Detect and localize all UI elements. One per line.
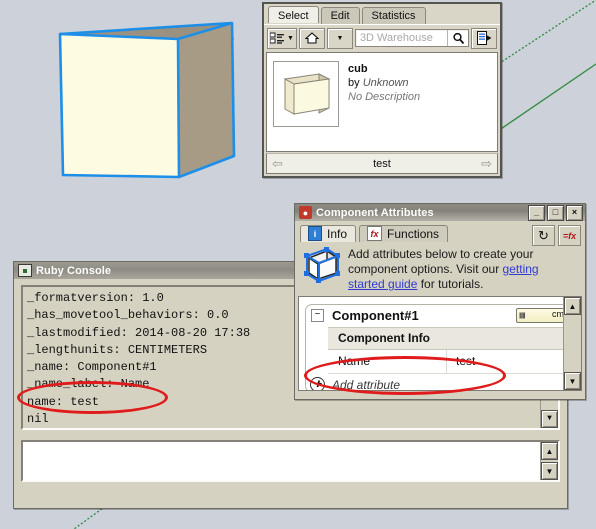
sketchup-logo-icon: ● [299, 206, 312, 219]
component-name: cub [348, 63, 368, 75]
console-line: nil [27, 412, 49, 427]
tab-functions[interactable]: fx Functions [359, 225, 449, 242]
component-attributes-title: Component Attributes [316, 206, 434, 219]
ruler-icon: |||||||||| [519, 313, 526, 319]
fx-icon: fx [367, 226, 383, 241]
cube-right-face [178, 23, 234, 177]
view-options-button[interactable]: ▼ [267, 27, 297, 49]
tab-edit[interactable]: Edit [320, 7, 360, 24]
component-attributes-tabs: i Info fx Functions ↻ =fx [295, 221, 585, 246]
search-input[interactable]: 3D Warehouse [360, 32, 433, 44]
component-cube-icon [303, 247, 341, 292]
magnifier-icon[interactable] [447, 30, 468, 46]
author-name: Unknown [362, 77, 409, 89]
scroll-up-icon[interactable]: ▲ [541, 442, 558, 460]
attribute-row-name[interactable]: Name test [328, 350, 574, 374]
home-icon [304, 32, 319, 44]
console-icon [18, 264, 32, 277]
help-text-after: for tutorials. [417, 277, 484, 291]
home-dropdown-button[interactable]: ▼ [326, 27, 353, 49]
minimize-button[interactable]: _ [528, 204, 545, 221]
tab-functions-label: Functions [387, 226, 440, 241]
scroll-down-icon[interactable]: ▼ [564, 372, 581, 390]
attribute-value[interactable]: test [447, 350, 574, 373]
add-attribute-row[interactable]: ✚ Add attribute [306, 374, 574, 391]
maximize-button[interactable]: □ [547, 204, 564, 221]
collapse-toggle[interactable]: − [311, 309, 324, 322]
attribute-card-title: Component#1 [332, 308, 419, 323]
details-flyout-button[interactable] [471, 27, 497, 49]
attribute-key: Name [328, 350, 447, 373]
add-attribute-label: Add attribute [332, 377, 401, 391]
component-description: No Description [348, 91, 421, 103]
component-attributes-titlebar[interactable]: ● Component Attributes _ □ × [295, 204, 585, 221]
home-button[interactable] [298, 27, 325, 49]
scroll-up-icon[interactable]: ▲ [564, 297, 581, 315]
ruby-console-input-scrollbar[interactable]: ▲ ▼ [540, 442, 558, 480]
component-attributes-help: Add attributes below to create your comp… [295, 242, 585, 296]
add-circle-icon[interactable]: ✚ [310, 377, 325, 390]
tab-info[interactable]: i Info [300, 225, 357, 242]
attributes-list-scrollbar[interactable]: ▲ ▼ [563, 297, 581, 390]
component-browser-results[interactable]: cub by Unknown No Description [266, 52, 498, 152]
close-icon[interactable]: × [566, 204, 583, 221]
cube-thumbnail [283, 73, 331, 115]
window-buttons: _ □ × [528, 204, 583, 221]
ruby-console-title: Ruby Console [36, 264, 112, 277]
arrow-left-icon[interactable]: ⇦ [272, 156, 283, 172]
component-browser-panel[interactable]: Select Edit Statistics ▼ ▼ 3D Warehouse … [262, 2, 502, 178]
home-chevron-down-icon[interactable]: ▼ [336, 35, 343, 42]
details-flyout-icon [476, 31, 491, 45]
component-browser-toolbar: ▼ ▼ 3D Warehouse [264, 24, 500, 51]
collection-label: test [373, 157, 391, 170]
arrow-right-icon[interactable]: ⇨ [481, 156, 492, 172]
formula-icon[interactable]: =fx [558, 225, 581, 246]
component-browser-tabs: Select Edit Statistics [264, 4, 500, 24]
search-field-wrapper[interactable]: 3D Warehouse [354, 29, 469, 47]
info-icon: i [308, 226, 322, 241]
by-prefix: by [348, 77, 363, 89]
attribute-card-header: − Component#1 |||||||||| cm [306, 305, 574, 327]
attribute-group-label: Component Info [328, 327, 574, 350]
tab-statistics[interactable]: Statistics [361, 7, 426, 24]
refresh-icon[interactable]: ↻ [532, 225, 555, 246]
component-attributes-tools: ↻ =fx [532, 225, 585, 246]
attribute-card[interactable]: − Component#1 |||||||||| cm Component In… [305, 304, 575, 391]
ruby-console-input[interactable]: ▲ ▼ [21, 440, 560, 482]
help-text: Add attributes below to create your comp… [348, 247, 577, 292]
scroll-down-icon[interactable]: ▼ [541, 462, 558, 480]
cube-model[interactable] [58, 21, 236, 179]
tab-select[interactable]: Select [268, 6, 319, 23]
component-attributes-window[interactable]: ● Component Attributes _ □ × i Info fx F… [294, 203, 586, 400]
view-options-chevron-down-icon[interactable]: ▼ [287, 35, 294, 42]
tab-info-label: Info [327, 226, 348, 241]
cube-front-face [60, 34, 179, 177]
list-view-icon [270, 32, 284, 44]
component-attributes-footer [295, 391, 585, 413]
component-thumbnail[interactable] [273, 61, 339, 127]
unit-chip[interactable]: |||||||||| cm [516, 308, 568, 323]
component-browser-footer: ⇦ test ⇨ [266, 153, 498, 174]
sketchup-window: Select Edit Statistics ▼ ▼ 3D Warehouse … [0, 0, 596, 529]
attributes-list[interactable]: − Component#1 |||||||||| cm Component In… [298, 296, 582, 391]
component-author: by Unknown [348, 76, 420, 90]
component-meta: cub by Unknown No Description [348, 61, 420, 143]
